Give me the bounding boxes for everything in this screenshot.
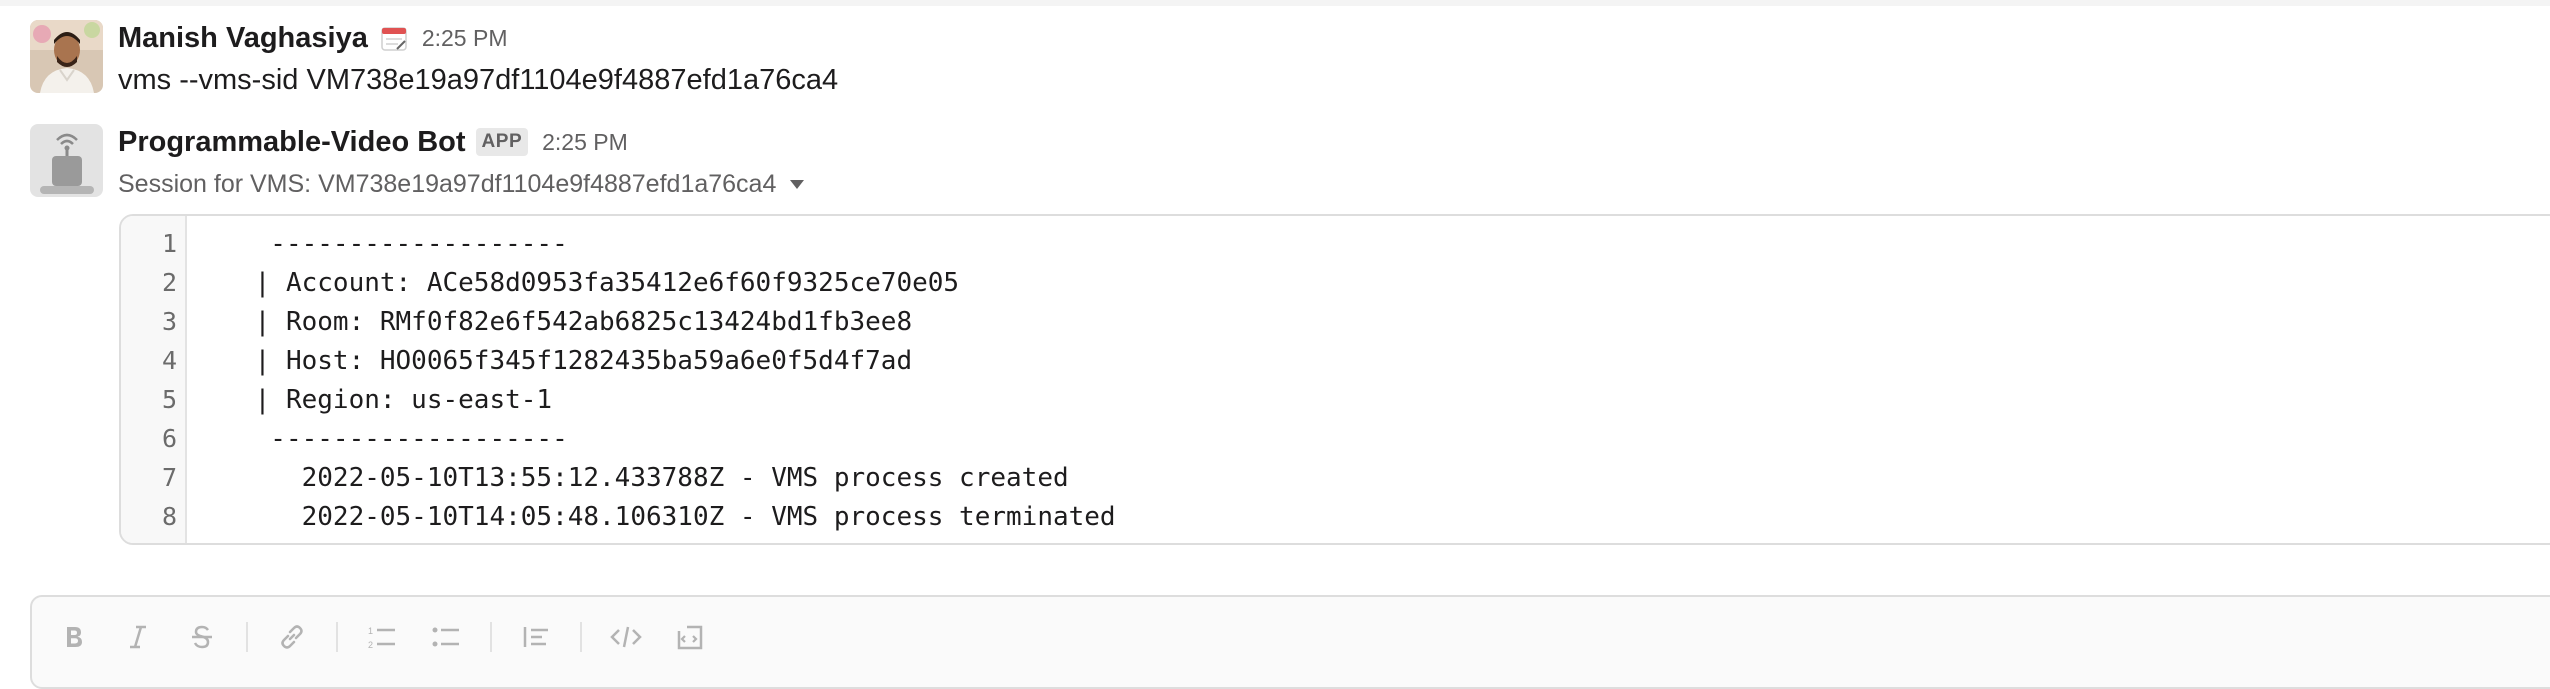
line-number: 8 [161, 502, 177, 531]
blockquote-icon[interactable] [516, 619, 556, 655]
line-number: 6 [161, 424, 177, 453]
code-line: | Region: us-east-1 [239, 385, 553, 415]
toolbar-divider [246, 622, 248, 652]
toolbar-divider [580, 622, 582, 652]
line-number: 2 [161, 268, 177, 297]
line-number: 1 [161, 229, 177, 258]
bold-icon[interactable] [54, 619, 94, 655]
line-number: 7 [161, 463, 177, 492]
svg-text:2: 2 [368, 640, 373, 650]
code-line: 2022-05-10T14:05:48.106310Z - VMS proces… [239, 502, 1116, 532]
code-line: | Room: RMf0f82e6f542ab6825c13424bd1fb3e… [239, 307, 913, 337]
code-line: | Host: HO0065f345f1282435ba59a6e0f5d4f7… [239, 346, 913, 376]
message-timestamp[interactable]: 2:25 PM [542, 129, 628, 156]
line-number: 4 [161, 346, 177, 375]
sender-name[interactable]: Programmable-Video Bot [118, 126, 466, 159]
toolbar-divider [336, 622, 338, 652]
message-timestamp[interactable]: 2:25 PM [422, 25, 508, 52]
avatar-bot[interactable] [30, 124, 103, 197]
code-line: ------------------- [239, 424, 568, 454]
code-snippet[interactable]: 1 2 3 4 5 6 7 8 ------------------- | Ac… [119, 214, 2550, 545]
line-number: 5 [161, 385, 177, 414]
avatar-manish[interactable] [30, 20, 103, 93]
message-text: vms --vms-sid VM738e19a97df1104e9f4887ef… [118, 64, 839, 96]
svg-text:1: 1 [368, 626, 373, 636]
code-line: ------------------- [239, 229, 568, 259]
toolbar-divider [490, 622, 492, 652]
italic-icon[interactable] [118, 619, 158, 655]
formatting-toolbar: 12 [54, 619, 734, 655]
message-composer[interactable]: 12 [30, 595, 2550, 689]
calendar-icon [380, 24, 408, 52]
sender-name[interactable]: Manish Vaghasiya [118, 22, 368, 55]
app-badge: APP [475, 128, 529, 156]
link-icon[interactable] [272, 619, 312, 655]
bulleted-list-icon[interactable] [426, 619, 466, 655]
line-number-gutter: 1 2 3 4 5 6 7 8 [121, 216, 187, 543]
top-divider [0, 0, 2550, 6]
code-line: | Account: ACe58d0953fa35412e6f60f9325ce… [239, 268, 960, 298]
code-block-icon[interactable] [670, 619, 710, 655]
attachment-title-text: Session for VMS: VM738e19a97df1104e9f488… [118, 169, 777, 198]
line-number: 3 [161, 307, 177, 336]
chevron-down-icon[interactable] [790, 179, 805, 189]
ordered-list-icon[interactable]: 12 [362, 619, 402, 655]
attachment-title[interactable]: Session for VMS: VM738e19a97df1104e9f488… [118, 164, 805, 204]
code-line: 2022-05-10T13:55:12.433788Z - VMS proces… [239, 463, 1069, 493]
strikethrough-icon[interactable] [182, 619, 222, 655]
code-icon[interactable] [606, 619, 646, 655]
